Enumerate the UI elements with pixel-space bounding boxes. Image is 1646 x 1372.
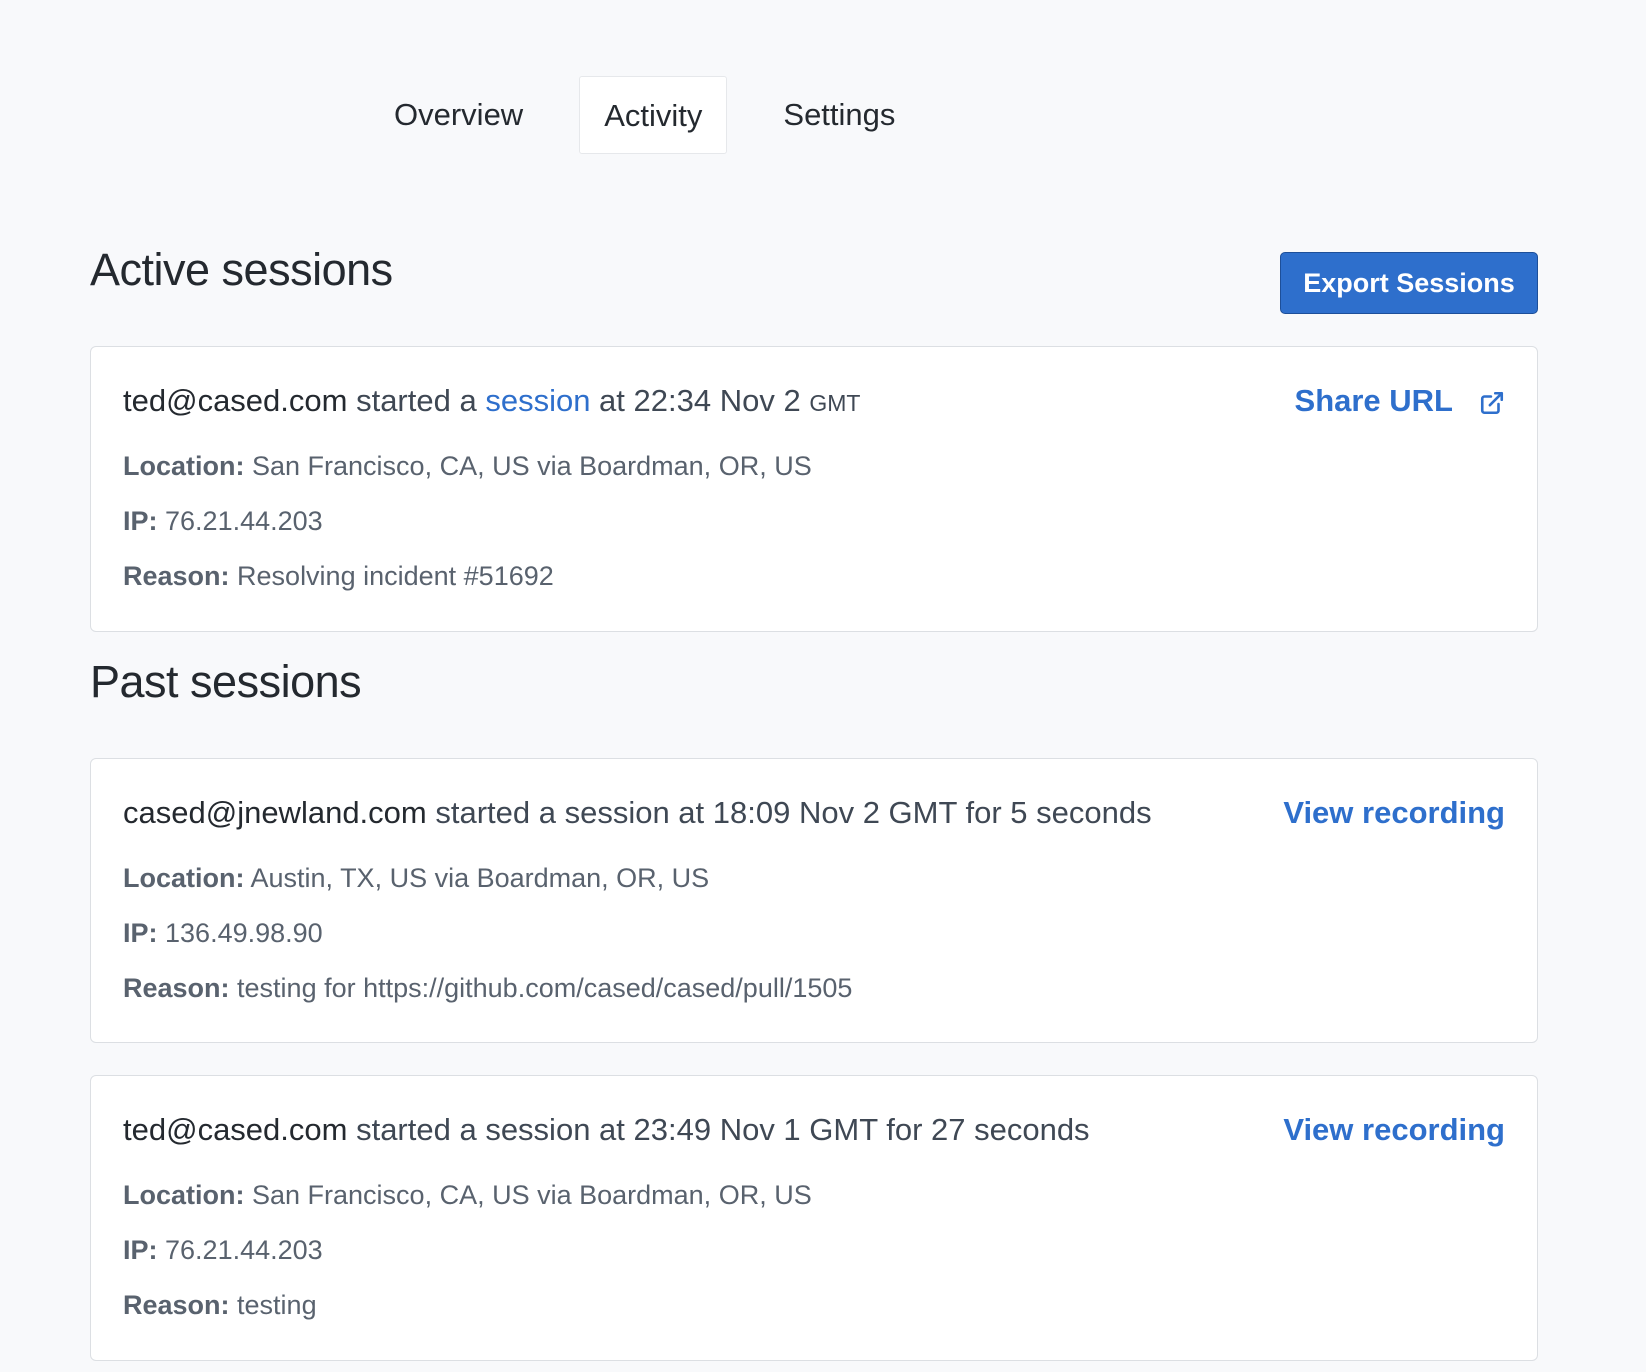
reason-label: Reason: [123, 973, 230, 1003]
ip-label: IP: [123, 918, 158, 948]
external-link-icon [1479, 388, 1505, 415]
session-summary: ted@cased.com started a session at 22:34… [123, 383, 860, 419]
ip-value: 76.21.44.203 [157, 506, 323, 536]
reason-value: testing [229, 1290, 317, 1320]
session-text: started a session at 23:49 Nov 1 GMT for… [347, 1112, 1090, 1147]
session-text: started a session at 18:09 Nov 2 GMT for… [426, 795, 1152, 830]
view-recording-link[interactable]: View recording [1283, 1112, 1505, 1148]
reason-value: Resolving incident #51692 [229, 561, 554, 591]
ip-label: IP: [123, 1235, 158, 1265]
location-label: Location: [123, 863, 245, 893]
past-session-card: ted@cased.com started a session at 23:49… [90, 1075, 1538, 1361]
session-text: started a [347, 383, 486, 418]
view-recording-link[interactable]: View recording [1283, 795, 1505, 831]
location-value: San Francisco, CA, US via Boardman, OR, … [244, 1180, 812, 1210]
reason-label: Reason: [123, 1290, 230, 1320]
session-location: Location: San Francisco, CA, US via Boar… [123, 451, 812, 482]
session-summary: cased@jnewland.com started a session at … [123, 795, 1152, 831]
tab-bar: Overview Activity Settings [370, 76, 921, 154]
tab-activity[interactable]: Activity [579, 76, 728, 154]
tab-settings[interactable]: Settings [757, 76, 921, 154]
session-user: ted@cased.com [123, 1112, 348, 1147]
session-location: Location: Austin, TX, US via Boardman, O… [123, 863, 709, 894]
session-link[interactable]: session [485, 383, 590, 418]
location-value: Austin, TX, US via Boardman, OR, US [244, 863, 710, 893]
share-url-label: Share URL [1294, 383, 1453, 418]
session-summary: ted@cased.com started a session at 23:49… [123, 1112, 1090, 1148]
session-ip: IP: 136.49.98.90 [123, 918, 323, 949]
past-sessions-title: Past sessions [90, 656, 362, 707]
session-user: ted@cased.com [123, 383, 348, 418]
reason-value: testing for https://github.com/cased/cas… [229, 973, 853, 1003]
session-ip: IP: 76.21.44.203 [123, 506, 323, 537]
session-ip: IP: 76.21.44.203 [123, 1235, 323, 1266]
past-session-card: cased@jnewland.com started a session at … [90, 758, 1538, 1043]
ip-value: 136.49.98.90 [157, 918, 323, 948]
session-reason: Reason: testing [123, 1290, 317, 1321]
ip-label: IP: [123, 506, 158, 536]
session-reason: Reason: Resolving incident #51692 [123, 561, 554, 592]
session-timezone: GMT [809, 390, 861, 416]
tab-overview[interactable]: Overview [370, 76, 549, 154]
session-user: cased@jnewland.com [123, 795, 427, 830]
active-session-card: ted@cased.com started a session at 22:34… [90, 346, 1538, 632]
share-url-button[interactable]: Share URL [1295, 383, 1505, 419]
session-location: Location: San Francisco, CA, US via Boar… [123, 1180, 812, 1211]
session-reason: Reason: testing for https://github.com/c… [123, 973, 852, 1004]
location-value: San Francisco, CA, US via Boardman, OR, … [244, 451, 812, 481]
ip-value: 76.21.44.203 [157, 1235, 323, 1265]
active-sessions-title: Active sessions [90, 244, 393, 295]
location-label: Location: [123, 1180, 245, 1210]
reason-label: Reason: [123, 561, 230, 591]
session-time: at 22:34 Nov 2 [590, 383, 810, 418]
location-label: Location: [123, 451, 245, 481]
export-sessions-button[interactable]: Export Sessions [1280, 252, 1538, 314]
